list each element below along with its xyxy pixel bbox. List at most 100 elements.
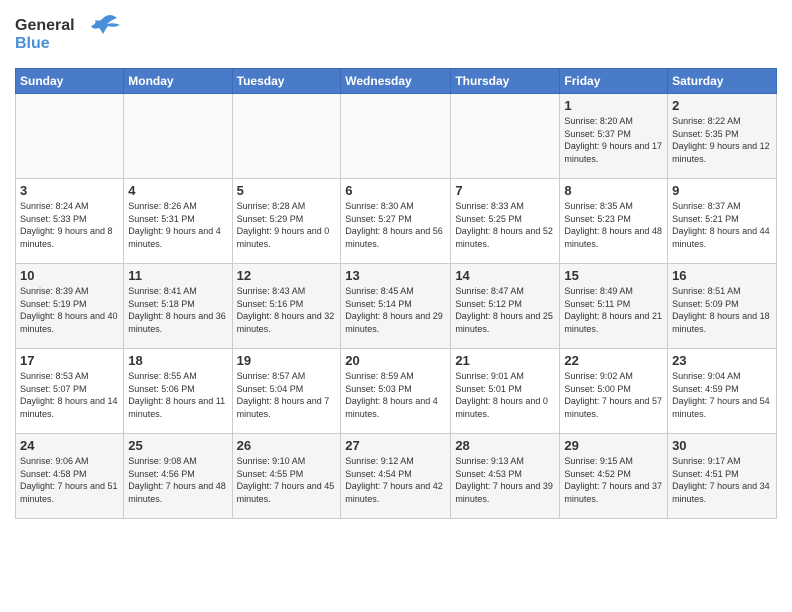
day-info: Sunrise: 8:45 AM Sunset: 5:14 PM Dayligh… — [345, 285, 446, 335]
day-number: 23 — [672, 353, 772, 368]
calendar-cell: 28 Sunrise: 9:13 AM Sunset: 4:53 PM Dayli… — [451, 434, 560, 519]
day-info: Sunrise: 8:51 AM Sunset: 5:09 PM Dayligh… — [672, 285, 772, 335]
day-number: 3 — [20, 183, 119, 198]
day-number: 20 — [345, 353, 446, 368]
day-info: Sunrise: 9:06 AM Sunset: 4:58 PM Dayligh… — [20, 455, 119, 505]
day-info: Sunrise: 8:43 AM Sunset: 5:16 PM Dayligh… — [237, 285, 337, 335]
day-info: Sunrise: 9:02 AM Sunset: 5:00 PM Dayligh… — [564, 370, 663, 420]
calendar-cell: 8 Sunrise: 8:35 AM Sunset: 5:23 PM Daylig… — [560, 179, 668, 264]
calendar-cell: 9 Sunrise: 8:37 AM Sunset: 5:21 PM Daylig… — [668, 179, 777, 264]
weekday-header-friday: Friday — [560, 69, 668, 94]
calendar-week-1: 1Sunrise: 8:20 AM Sunset: 5:37 PM Daylig… — [16, 94, 777, 179]
day-number: 7 — [455, 183, 555, 198]
calendar-cell: 14 Sunrise: 8:47 AM Sunset: 5:12 PM Dayli… — [451, 264, 560, 349]
calendar-cell — [451, 94, 560, 179]
calendar-cell: 13 Sunrise: 8:45 AM Sunset: 5:14 PM Dayli… — [341, 264, 451, 349]
calendar-cell: 16Sunrise: 8:51 AM Sunset: 5:09 PM Dayli… — [668, 264, 777, 349]
header: General Blue — [15, 10, 777, 60]
calendar-cell: 30 Sunrise: 9:17 AM Sunset: 4:51 PM Dayli… — [668, 434, 777, 519]
day-info: Sunrise: 9:01 AM Sunset: 5:01 PM Dayligh… — [455, 370, 555, 420]
day-info: Sunrise: 9:10 AM Sunset: 4:55 PM Dayligh… — [237, 455, 337, 505]
day-number: 27 — [345, 438, 446, 453]
day-info: Sunrise: 8:39 AM Sunset: 5:19 PM Dayligh… — [20, 285, 119, 335]
day-number: 13 — [345, 268, 446, 283]
calendar-cell — [341, 94, 451, 179]
calendar-week-5: 24 Sunrise: 9:06 AM Sunset: 4:58 PM Dayli… — [16, 434, 777, 519]
calendar-cell: 25 Sunrise: 9:08 AM Sunset: 4:56 PM Dayli… — [124, 434, 232, 519]
day-info: Sunrise: 8:22 AM Sunset: 5:35 PM Dayligh… — [672, 115, 772, 165]
calendar-cell: 3Sunrise: 8:24 AM Sunset: 5:33 PM Daylig… — [16, 179, 124, 264]
calendar-cell: 17 Sunrise: 8:53 AM Sunset: 5:07 PM Dayli… — [16, 349, 124, 434]
day-info: Sunrise: 8:37 AM Sunset: 5:21 PM Dayligh… — [672, 200, 772, 250]
day-info: Sunrise: 8:35 AM Sunset: 5:23 PM Dayligh… — [564, 200, 663, 250]
calendar-cell: 1Sunrise: 8:20 AM Sunset: 5:37 PM Daylig… — [560, 94, 668, 179]
day-info: Sunrise: 8:47 AM Sunset: 5:12 PM Dayligh… — [455, 285, 555, 335]
day-info: Sunrise: 8:28 AM Sunset: 5:29 PM Dayligh… — [237, 200, 337, 250]
day-info: Sunrise: 8:41 AM Sunset: 5:18 PM Dayligh… — [128, 285, 227, 335]
day-number: 29 — [564, 438, 663, 453]
day-info: Sunrise: 9:04 AM Sunset: 4:59 PM Dayligh… — [672, 370, 772, 420]
day-info: Sunrise: 8:57 AM Sunset: 5:04 PM Dayligh… — [237, 370, 337, 420]
svg-text:Blue: Blue — [15, 35, 50, 52]
day-number: 11 — [128, 268, 227, 283]
calendar-cell: 4 Sunrise: 8:26 AM Sunset: 5:31 PM Daylig… — [124, 179, 232, 264]
weekday-header-thursday: Thursday — [451, 69, 560, 94]
calendar-table: SundayMondayTuesdayWednesdayThursdayFrid… — [15, 68, 777, 519]
weekday-header-wednesday: Wednesday — [341, 69, 451, 94]
calendar-header: SundayMondayTuesdayWednesdayThursdayFrid… — [16, 69, 777, 94]
calendar-cell: 12Sunrise: 8:43 AM Sunset: 5:16 PM Dayli… — [232, 264, 341, 349]
day-number: 18 — [128, 353, 227, 368]
day-info: Sunrise: 8:49 AM Sunset: 5:11 PM Dayligh… — [564, 285, 663, 335]
calendar-week-4: 17 Sunrise: 8:53 AM Sunset: 5:07 PM Dayli… — [16, 349, 777, 434]
day-number: 9 — [672, 183, 772, 198]
day-number: 30 — [672, 438, 772, 453]
weekday-header-tuesday: Tuesday — [232, 69, 341, 94]
day-info: Sunrise: 8:53 AM Sunset: 5:07 PM Dayligh… — [20, 370, 119, 420]
calendar-cell: 23 Sunrise: 9:04 AM Sunset: 4:59 PM Dayli… — [668, 349, 777, 434]
logo: General Blue — [15, 10, 125, 60]
calendar-cell: 24 Sunrise: 9:06 AM Sunset: 4:58 PM Dayli… — [16, 434, 124, 519]
day-info: Sunrise: 9:17 AM Sunset: 4:51 PM Dayligh… — [672, 455, 772, 505]
day-info: Sunrise: 8:55 AM Sunset: 5:06 PM Dayligh… — [128, 370, 227, 420]
calendar-cell: 7 Sunrise: 8:33 AM Sunset: 5:25 PM Daylig… — [451, 179, 560, 264]
day-info: Sunrise: 9:08 AM Sunset: 4:56 PM Dayligh… — [128, 455, 227, 505]
day-number: 4 — [128, 183, 227, 198]
day-number: 22 — [564, 353, 663, 368]
calendar-cell: 29Sunrise: 9:15 AM Sunset: 4:52 PM Dayli… — [560, 434, 668, 519]
day-number: 5 — [237, 183, 337, 198]
calendar-week-2: 3Sunrise: 8:24 AM Sunset: 5:33 PM Daylig… — [16, 179, 777, 264]
day-number: 14 — [455, 268, 555, 283]
calendar-week-3: 10 Sunrise: 8:39 AM Sunset: 5:19 PM Dayli… — [16, 264, 777, 349]
calendar-cell: 2 Sunrise: 8:22 AM Sunset: 5:35 PM Daylig… — [668, 94, 777, 179]
calendar-cell — [232, 94, 341, 179]
calendar-cell: 21Sunrise: 9:01 AM Sunset: 5:01 PM Dayli… — [451, 349, 560, 434]
day-number: 24 — [20, 438, 119, 453]
logo-text: General Blue — [15, 10, 125, 60]
day-number: 1 — [564, 98, 663, 113]
day-info: Sunrise: 8:30 AM Sunset: 5:27 PM Dayligh… — [345, 200, 446, 250]
calendar-cell: 19Sunrise: 8:57 AM Sunset: 5:04 PM Dayli… — [232, 349, 341, 434]
day-info: Sunrise: 8:26 AM Sunset: 5:31 PM Dayligh… — [128, 200, 227, 250]
calendar-cell: 18 Sunrise: 8:55 AM Sunset: 5:06 PM Dayli… — [124, 349, 232, 434]
day-number: 6 — [345, 183, 446, 198]
calendar-cell: 22 Sunrise: 9:02 AM Sunset: 5:00 PM Dayli… — [560, 349, 668, 434]
day-info: Sunrise: 9:13 AM Sunset: 4:53 PM Dayligh… — [455, 455, 555, 505]
day-number: 2 — [672, 98, 772, 113]
calendar-cell — [124, 94, 232, 179]
weekday-header-monday: Monday — [124, 69, 232, 94]
calendar-cell: 15Sunrise: 8:49 AM Sunset: 5:11 PM Dayli… — [560, 264, 668, 349]
calendar-cell: 5 Sunrise: 8:28 AM Sunset: 5:29 PM Daylig… — [232, 179, 341, 264]
day-number: 17 — [20, 353, 119, 368]
day-info: Sunrise: 8:33 AM Sunset: 5:25 PM Dayligh… — [455, 200, 555, 250]
day-info: Sunrise: 8:59 AM Sunset: 5:03 PM Dayligh… — [345, 370, 446, 420]
day-number: 25 — [128, 438, 227, 453]
day-number: 10 — [20, 268, 119, 283]
weekday-header-row: SundayMondayTuesdayWednesdayThursdayFrid… — [16, 69, 777, 94]
calendar-cell: 6 Sunrise: 8:30 AM Sunset: 5:27 PM Daylig… — [341, 179, 451, 264]
day-info: Sunrise: 9:12 AM Sunset: 4:54 PM Dayligh… — [345, 455, 446, 505]
day-number: 28 — [455, 438, 555, 453]
weekday-header-sunday: Sunday — [16, 69, 124, 94]
calendar-cell: 27 Sunrise: 9:12 AM Sunset: 4:54 PM Dayli… — [341, 434, 451, 519]
day-number: 8 — [564, 183, 663, 198]
day-number: 26 — [237, 438, 337, 453]
